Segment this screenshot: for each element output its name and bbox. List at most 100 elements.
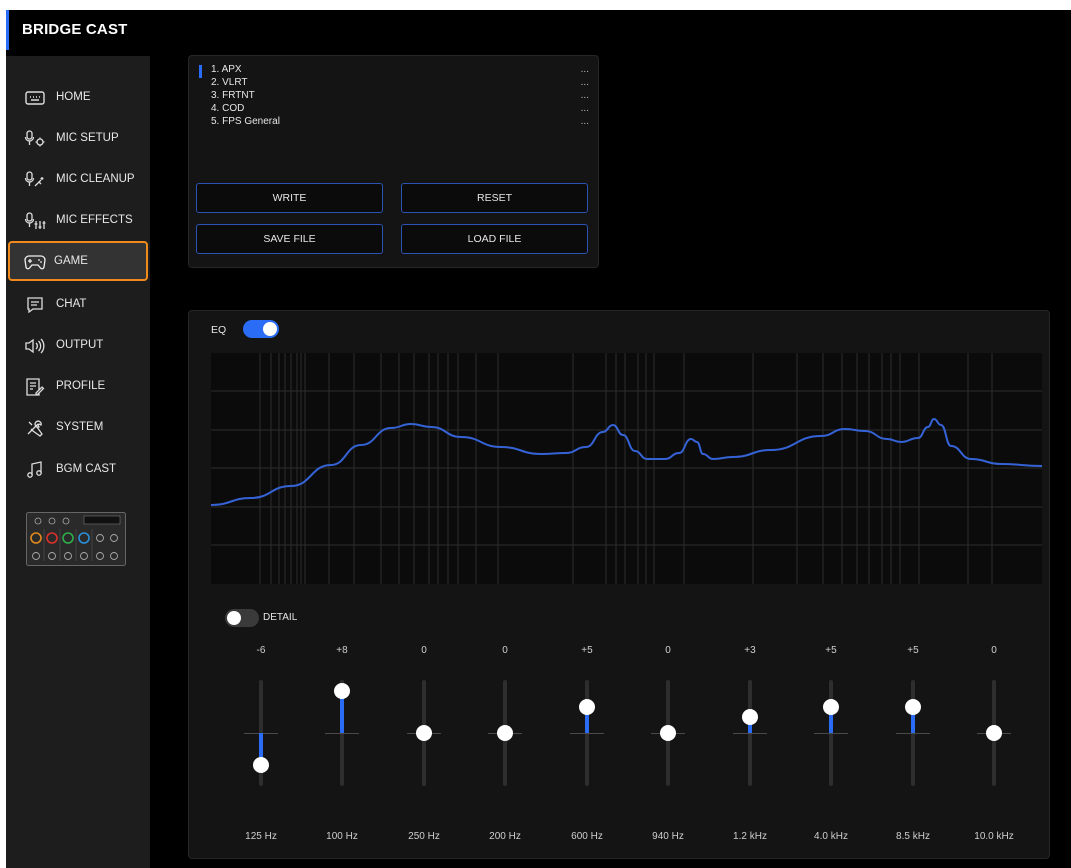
mic-sliders-icon xyxy=(24,212,46,230)
band-gain-value: 0 xyxy=(991,645,997,656)
sidebar-item-profile[interactable]: PROFILE xyxy=(10,369,148,405)
band-slider-handle[interactable] xyxy=(905,698,921,715)
reset-button[interactable]: RESET xyxy=(401,183,588,213)
sidebar-item-bgm-cast[interactable]: BGM CAST xyxy=(10,452,148,488)
device-thumbnail-icon xyxy=(26,512,126,566)
preset-panel: 1. APX ... 2. VLRT ... 3. FRTNT ... 4. C… xyxy=(188,55,599,268)
preset-value: ... xyxy=(580,103,589,114)
sidebar-item-mic-setup[interactable]: MIC SETUP xyxy=(10,121,148,157)
band-frequency-label: 125 Hz xyxy=(245,831,277,842)
sidebar: HOME MIC SETUP MIC CLEANUP MIC EFFECTS G… xyxy=(6,56,150,868)
preset-item-4[interactable]: 4. COD ... xyxy=(199,103,589,116)
band-slider-handle[interactable] xyxy=(986,725,1002,741)
sidebar-item-label: CHAT xyxy=(56,298,87,310)
sidebar-item-output[interactable]: OUTPUT xyxy=(10,328,148,364)
band-slider-handle[interactable] xyxy=(253,756,269,773)
band-gain-value: +5 xyxy=(825,645,837,656)
detail-toggle-knob xyxy=(227,611,241,625)
band-gain-value: +3 xyxy=(744,645,756,656)
band-zero-line xyxy=(896,733,930,734)
band-frequency-label: 10.0 kHz xyxy=(974,831,1014,842)
band-frequency-label: 1.2 kHz xyxy=(733,831,767,842)
title-bar: BRIDGE CAST xyxy=(6,10,1071,50)
sidebar-item-label: BGM CAST xyxy=(56,463,117,475)
eq-panel: EQ DETAIL -6 125 Hz +8 100 Hz 0 250 Hz 0 200 Hz… xyxy=(188,310,1050,859)
band-zero-line xyxy=(733,733,767,734)
sidebar-item-label: MIC SETUP xyxy=(56,132,119,144)
sidebar-item-label: GAME xyxy=(54,255,88,267)
band-gain-value: +8 xyxy=(336,645,348,656)
eq-toggle[interactable] xyxy=(243,320,279,338)
band-frequency-label: 200 Hz xyxy=(489,831,521,842)
preset-item-2[interactable]: 2. VLRT ... xyxy=(199,77,589,90)
band-slider-handle[interactable] xyxy=(416,725,432,741)
band-slider-handle[interactable] xyxy=(497,725,513,741)
music-note-icon xyxy=(24,461,46,479)
load-file-button[interactable]: LOAD FILE xyxy=(401,224,588,254)
sidebar-item-system[interactable]: SYSTEM xyxy=(10,410,148,446)
band-frequency-label: 8.5 kHz xyxy=(896,831,930,842)
preset-name: 2. VLRT xyxy=(211,77,248,88)
tools-icon xyxy=(24,419,46,437)
gamepad-icon xyxy=(24,253,46,271)
band-slider-handle[interactable] xyxy=(579,698,595,715)
preset-list: 1. APX ... 2. VLRT ... 3. FRTNT ... 4. C… xyxy=(199,64,589,129)
sidebar-item-game[interactable]: GAME xyxy=(8,241,148,281)
preset-item-1[interactable]: 1. APX ... xyxy=(199,64,589,78)
sidebar-item-label: MIC EFFECTS xyxy=(56,214,133,226)
preset-value: ... xyxy=(580,90,589,101)
sidebar-item-chat[interactable]: CHAT xyxy=(10,287,148,323)
app-window: BRIDGE CAST HOME MIC SETUP MIC CLEANUP M… xyxy=(6,10,1071,868)
eq-response-graph xyxy=(211,353,1042,584)
sidebar-item-label: PROFILE xyxy=(56,380,106,392)
band-frequency-label: 250 Hz xyxy=(408,831,440,842)
band-frequency-label: 4.0 kHz xyxy=(814,831,848,842)
eq-toggle-knob xyxy=(263,322,277,336)
sidebar-item-label: SYSTEM xyxy=(56,421,104,433)
title-accent-bar xyxy=(6,10,9,50)
band-frequency-label: 100 Hz xyxy=(326,831,358,842)
sidebar-item-mic-cleanup[interactable]: MIC CLEANUP xyxy=(10,162,148,198)
sidebar-item-label: HOME xyxy=(56,91,91,103)
keyboard-icon xyxy=(24,89,46,107)
band-zero-line xyxy=(570,733,604,734)
band-slider-handle[interactable] xyxy=(823,698,839,715)
band-slider-handle[interactable] xyxy=(660,725,676,741)
band-gain-value: 0 xyxy=(665,645,671,656)
band-gain-value: 0 xyxy=(502,645,508,656)
preset-name: 4. COD xyxy=(211,103,245,114)
save-file-button[interactable]: SAVE FILE xyxy=(196,224,383,254)
preset-item-3[interactable]: 3. FRTNT ... xyxy=(199,90,589,103)
band-slider-handle[interactable] xyxy=(334,682,350,699)
sidebar-item-home[interactable]: HOME xyxy=(10,80,148,116)
eq-label: EQ xyxy=(211,324,227,336)
preset-item-5[interactable]: 5. FPS General ... xyxy=(199,116,589,129)
sidebar-item-mic-effects[interactable]: MIC EFFECTS xyxy=(10,203,148,239)
chat-icon xyxy=(24,296,46,314)
write-button[interactable]: WRITE xyxy=(196,183,383,213)
preset-value: ... xyxy=(580,64,589,75)
mic-sparkle-icon xyxy=(24,171,46,189)
mic-gear-icon xyxy=(24,130,46,148)
band-slider-handle[interactable] xyxy=(742,709,758,726)
speaker-icon xyxy=(24,337,46,355)
sidebar-item-label: OUTPUT xyxy=(56,339,104,351)
sidebar-item-label: MIC CLEANUP xyxy=(56,173,135,185)
band-frequency-label: 600 Hz xyxy=(571,831,603,842)
detail-toggle[interactable] xyxy=(225,609,259,627)
band-gain-value: 0 xyxy=(421,645,427,656)
band-gain-value: +5 xyxy=(907,645,919,656)
profile-icon xyxy=(24,378,46,396)
preset-value: ... xyxy=(580,77,589,88)
preset-name: 3. FRTNT xyxy=(211,90,255,101)
preset-name: 1. APX xyxy=(211,64,242,75)
preset-name: 5. FPS General xyxy=(211,116,280,127)
app-title: BRIDGE CAST xyxy=(22,21,128,38)
detail-label: DETAIL xyxy=(263,612,298,623)
band-gain-value: -6 xyxy=(256,645,266,656)
band-zero-line xyxy=(325,733,359,734)
band-frequency-label: 940 Hz xyxy=(652,831,684,842)
band-gain-value: +5 xyxy=(581,645,593,656)
preset-value: ... xyxy=(580,116,589,127)
band-zero-line xyxy=(814,733,848,734)
